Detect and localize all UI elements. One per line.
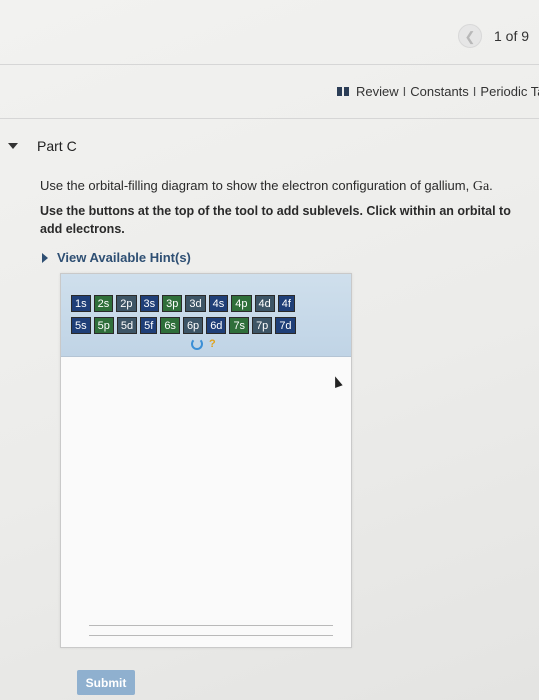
sublevel-button-2p[interactable]: 2p [116,295,137,312]
book-icon [337,87,349,96]
sublevel-button-4s[interactable]: 4s [208,295,229,312]
sublevel-button-2s[interactable]: 2s [93,295,114,312]
question-body: Use the orbital-filling diagram to show … [40,178,473,193]
periodic-table-link[interactable]: Periodic Tab [480,84,539,99]
baseline [89,625,333,626]
sublevel-button-7p[interactable]: 7p [252,317,273,334]
question-text: Use the orbital-filling diagram to show … [40,178,493,195]
sublevel-button-4p[interactable]: 4p [231,295,252,312]
sublevel-button-5s[interactable]: 5s [71,317,91,334]
help-icon[interactable]: ? [209,338,216,350]
separator: I [472,84,477,99]
orbital-diagram-tool: 1s 2s 2p 3s 3p 3d 4s 4p 4d 4f 5s 5p 5d 5f 6s 6p 6d 7s 7p 7… [60,273,352,648]
resources-bar: Review I Constants I Periodic Tab [337,84,539,99]
sublevel-button-7s[interactable]: 7s [229,317,250,334]
sublevel-button-6d[interactable]: 6d [206,317,227,334]
sublevel-button-5f[interactable]: 5f [140,317,158,334]
orbital-canvas[interactable] [61,357,351,647]
sublevel-button-1s[interactable]: 1s [71,295,91,312]
part-title[interactable]: Part C [37,138,77,154]
sublevel-button-6s[interactable]: 6s [160,317,180,334]
page-counter: 1 of 9 [494,28,530,44]
instructions: Use the buttons at the top of the tool t… [40,204,511,236]
sublevel-button-4f[interactable]: 4f [277,295,295,312]
top-navigation: ❮ 1 of 9 [0,0,539,72]
sublevel-button-3d[interactable]: 3d [185,295,206,312]
caret-down-icon[interactable] [8,143,18,149]
divider [0,64,539,65]
sublevel-button-4d[interactable]: 4d [254,295,275,312]
sublevel-toolbar: 1s 2s 2p 3s 3p 3d 4s 4p 4d 4f 5s 5p 5d 5f 6s 6p 6d 7s 7p 7… [61,274,351,357]
sublevel-row-1: 1s 2s 2p 3s 3p 3d 4s 4p 4d 4f [71,295,298,312]
submit-button[interactable]: Submit [77,670,135,695]
constants-link[interactable]: Constants [410,84,469,99]
caret-right-icon [42,252,48,263]
review-link[interactable]: Review [356,84,399,99]
hints-label: View Available Hint(s) [57,250,191,265]
sublevel-row-2: 5s 5p 5d 5f 6s 6p 6d 7s 7p 7d [71,317,299,334]
sublevel-button-3p[interactable]: 3p [162,295,183,312]
sublevel-button-6p[interactable]: 6p [182,317,204,334]
sublevel-button-5d[interactable]: 5d [116,317,138,334]
chevron-left-icon[interactable]: ❮ [458,24,482,48]
divider [0,118,539,119]
reset-icon[interactable] [191,338,203,350]
separator: I [402,84,407,99]
tool-icons: ? [191,338,216,350]
question-end: . [489,178,493,193]
element-symbol: Ga [472,179,490,194]
baseline [89,635,333,636]
sublevel-button-3s[interactable]: 3s [139,295,160,312]
sublevel-button-5p[interactable]: 5p [93,317,114,334]
sublevel-button-7d[interactable]: 7d [275,317,296,334]
view-hints-link[interactable]: View Available Hint(s) [42,250,191,265]
